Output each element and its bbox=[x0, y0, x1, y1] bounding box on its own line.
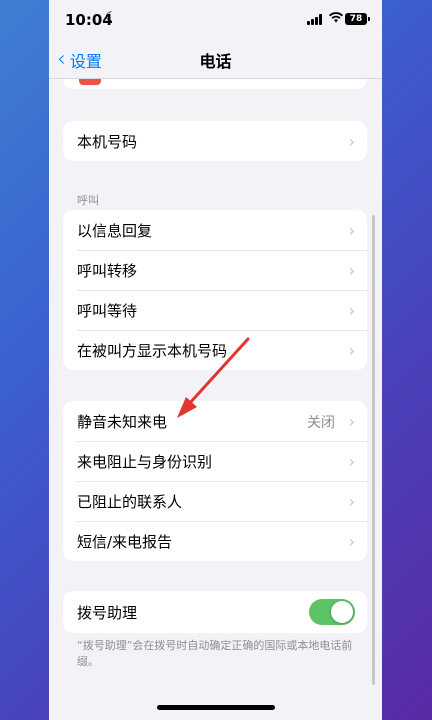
phone-screen: 10:04 ☾ 78 ‹ 设置 电话 本机号码 › 呼叫 以信息回复 › 呼叫转… bbox=[49, 0, 382, 720]
focus-moon-icon: ☾ bbox=[105, 10, 117, 25]
group-calls: 以信息回复 › 呼叫转移 › 呼叫等待 › 在被叫方显示本机号码 › bbox=[63, 210, 367, 370]
row-sms-call-reporting[interactable]: 短信/来电报告 › bbox=[63, 521, 367, 561]
chevron-right-icon: › bbox=[348, 452, 355, 471]
section-header-calls: 呼叫 bbox=[77, 194, 99, 207]
chevron-right-icon: › bbox=[348, 301, 355, 320]
row-call-waiting[interactable]: 呼叫等待 › bbox=[63, 290, 367, 330]
row-show-caller-id[interactable]: 在被叫方显示本机号码 › bbox=[63, 330, 367, 370]
chevron-right-icon: › bbox=[348, 261, 355, 280]
row-label: 拨号助理 bbox=[77, 603, 138, 622]
row-label: 呼叫等待 bbox=[77, 301, 138, 320]
row-label: 来电阻止与身份识别 bbox=[77, 452, 213, 471]
partial-row-above bbox=[63, 79, 367, 89]
row-label: 在被叫方显示本机号码 bbox=[77, 341, 228, 360]
row-call-blocking-identification[interactable]: 来电阻止与身份识别 › bbox=[63, 441, 367, 481]
row-respond-with-text[interactable]: 以信息回复 › bbox=[63, 210, 367, 250]
dial-assist-footnote: “拨号助理”会在拨号时自动确定正确的国际或本地电话前缀。 bbox=[77, 639, 353, 668]
row-call-forwarding[interactable]: 呼叫转移 › bbox=[63, 250, 367, 290]
row-silence-unknown-callers[interactable]: 静音未知来电 关闭 › bbox=[63, 401, 367, 441]
chevron-right-icon: › bbox=[348, 412, 355, 431]
group-blocking: 静音未知来电 关闭 › 来电阻止与身份识别 › 已阻止的联系人 › 短信/来电报… bbox=[63, 401, 367, 561]
row-dial-assist: 拨号助理 bbox=[63, 591, 367, 633]
navigation-bar: ‹ 设置 电话 bbox=[49, 40, 382, 79]
row-blocked-contacts[interactable]: 已阻止的联系人 › bbox=[63, 481, 367, 521]
chevron-right-icon: › bbox=[348, 132, 355, 151]
row-label: 已阻止的联系人 bbox=[77, 492, 183, 511]
app-icon-partial bbox=[79, 79, 101, 85]
battery-icon: 78 bbox=[345, 13, 367, 25]
home-indicator[interactable] bbox=[157, 705, 275, 710]
cellular-signal-icon bbox=[307, 14, 325, 25]
battery-tip bbox=[368, 17, 370, 21]
toggle-knob bbox=[331, 601, 353, 623]
chevron-right-icon: › bbox=[348, 221, 355, 240]
row-label: 呼叫转移 bbox=[77, 261, 138, 280]
row-label: 静音未知来电 bbox=[77, 412, 168, 431]
row-my-number[interactable]: 本机号码 › bbox=[63, 121, 367, 161]
chevron-right-icon: › bbox=[348, 532, 355, 551]
page-title: 电话 bbox=[199, 52, 232, 71]
group-dial-assist: 拨号助理 bbox=[63, 591, 367, 633]
row-label: 本机号码 bbox=[77, 132, 138, 151]
group-my-number: 本机号码 › bbox=[63, 121, 367, 161]
chevron-right-icon: › bbox=[348, 492, 355, 511]
status-bar: 10:04 ☾ 78 bbox=[49, 0, 382, 40]
row-value: 关闭 bbox=[307, 415, 335, 431]
chevron-right-icon: › bbox=[348, 341, 355, 360]
scrollbar[interactable] bbox=[372, 215, 375, 685]
row-label: 短信/来电报告 bbox=[77, 532, 173, 551]
row-label: 以信息回复 bbox=[77, 221, 153, 240]
wifi-icon bbox=[329, 12, 343, 27]
dial-assist-toggle[interactable] bbox=[309, 599, 355, 625]
